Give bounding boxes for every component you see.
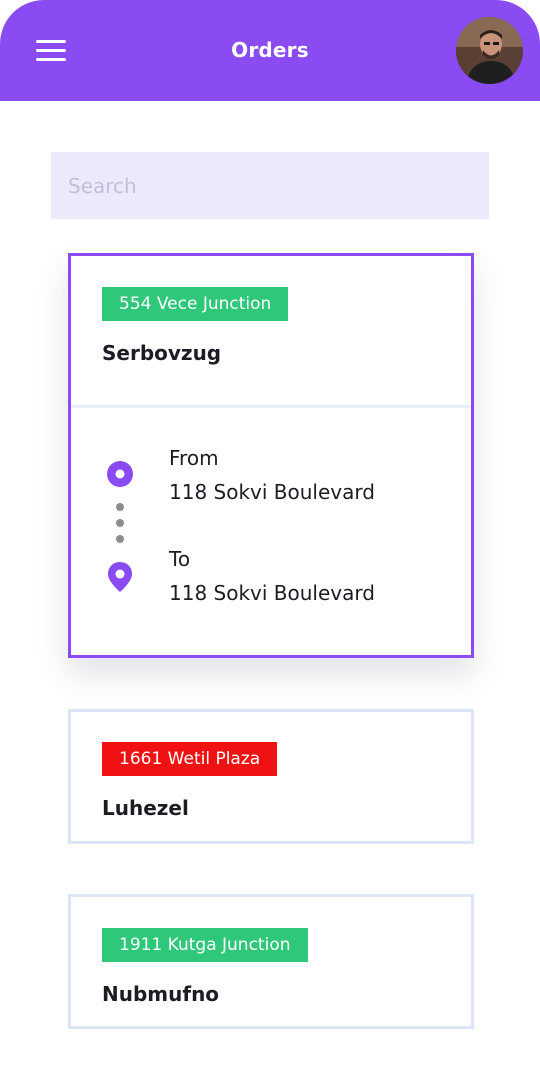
address-badge: 1911 Kutga Junction: [102, 928, 308, 962]
order-name: Serbovzug: [102, 341, 222, 365]
location-pin-icon: [108, 562, 132, 592]
order-card-selected[interactable]: 554 Vece Junction Serbovzug From 118 Sok…: [68, 253, 474, 658]
order-name: Luhezel: [102, 796, 189, 820]
divider: [71, 405, 471, 408]
to-label: To: [169, 547, 191, 571]
from-label: From: [169, 446, 219, 470]
avatar-image: [456, 17, 523, 84]
avatar[interactable]: [456, 17, 523, 84]
app-bar: Orders: [0, 0, 540, 101]
origin-circle-icon: [107, 461, 133, 487]
to-address: 118 Sokvi Boulevard: [169, 581, 375, 605]
route-dot: [116, 535, 124, 543]
order-card[interactable]: 1911 Kutga Junction Nubmufno: [68, 894, 474, 1029]
address-badge: 1661 Wetil Plaza: [102, 742, 278, 776]
search-input[interactable]: [51, 152, 489, 219]
route-dot: [116, 519, 124, 527]
address-badge: 554 Vece Junction: [102, 287, 289, 321]
order-name: Nubmufno: [102, 982, 220, 1006]
route-dot: [116, 503, 124, 511]
order-card[interactable]: 1661 Wetil Plaza Luhezel: [68, 709, 474, 844]
from-address: 118 Sokvi Boulevard: [169, 480, 375, 504]
